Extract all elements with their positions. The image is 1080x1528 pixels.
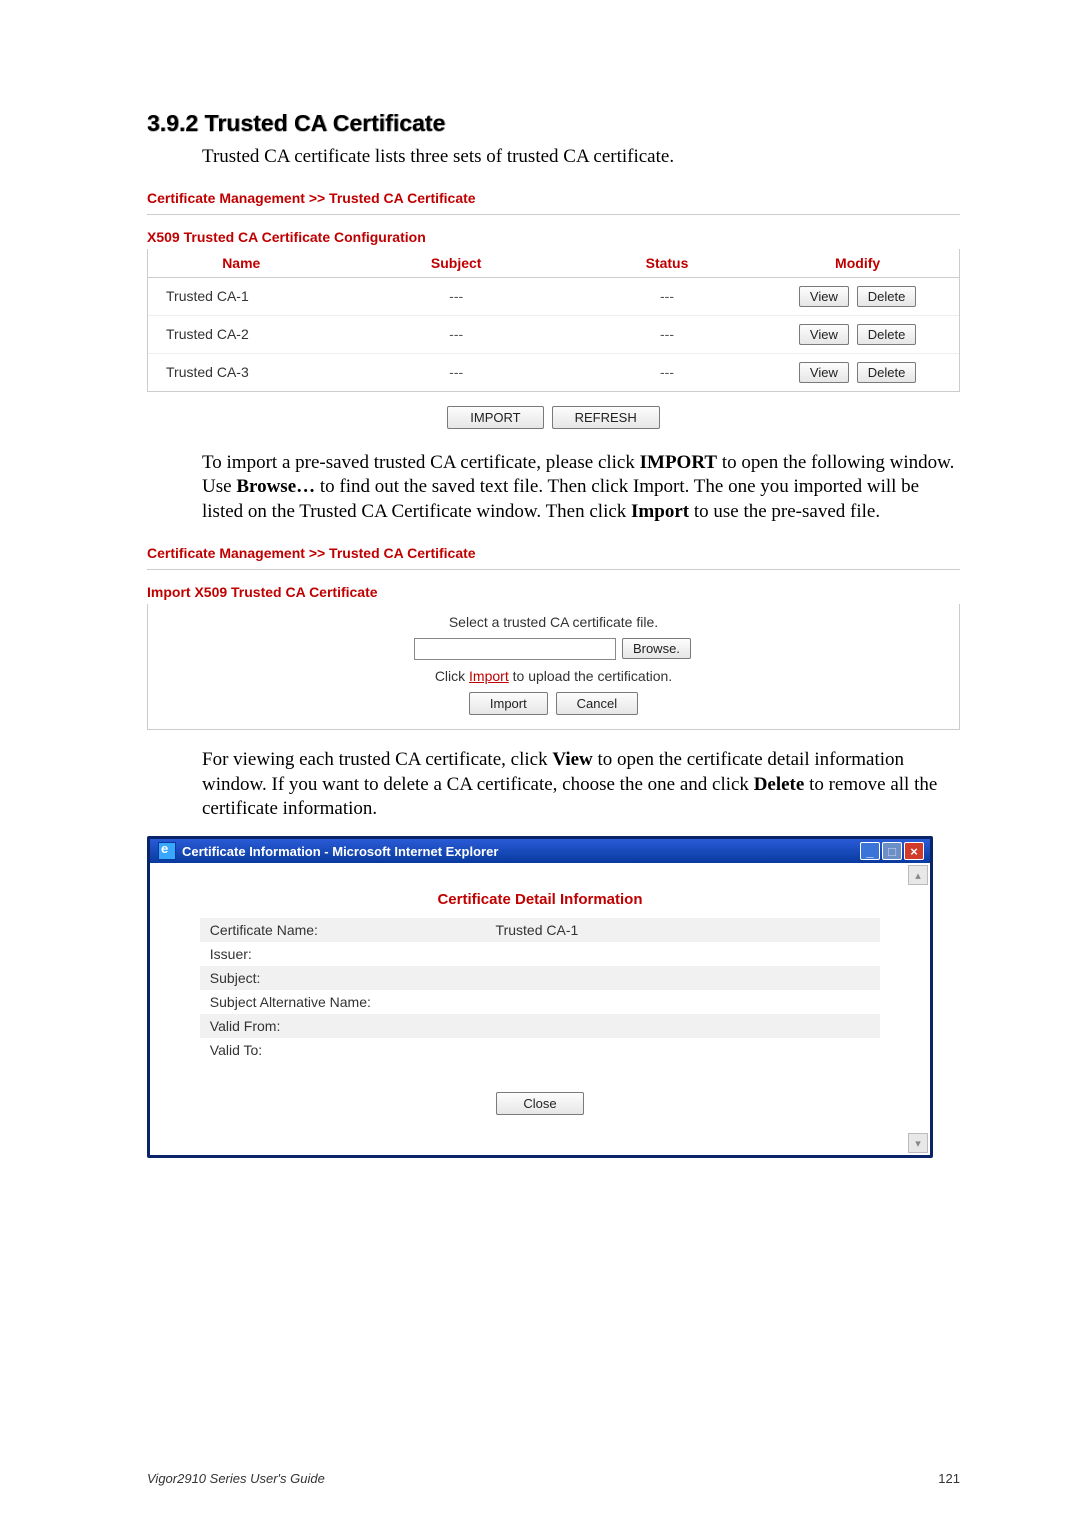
popup-body: ▴ Certificate Detail Information Certifi…	[150, 863, 930, 1155]
view-button[interactable]: View	[799, 324, 849, 345]
detail-key: Valid From:	[200, 1014, 486, 1038]
detail-value	[486, 966, 881, 990]
footer-guide: Vigor2910 Series User's Guide	[147, 1471, 325, 1486]
cell-name: Trusted CA-1	[148, 277, 335, 315]
detail-table: Certificate Name: Trusted CA-1 Issuer: S…	[200, 918, 880, 1062]
table-button-row: IMPORT REFRESH	[147, 392, 960, 433]
table-row: Trusted CA-1 --- --- View Delete	[148, 277, 959, 315]
cell-subject: ---	[335, 315, 578, 353]
view-button[interactable]: View	[799, 286, 849, 307]
cell-subject: ---	[335, 277, 578, 315]
popup-titlebar: Certificate Information - Microsoft Inte…	[150, 839, 930, 863]
table-row: Subject Alternative Name:	[200, 990, 880, 1014]
scroll-down-icon[interactable]: ▾	[908, 1133, 928, 1153]
import-paragraph: To import a pre-saved trusted CA certifi…	[202, 451, 960, 525]
delete-button[interactable]: Delete	[857, 324, 917, 345]
delete-button[interactable]: Delete	[857, 286, 917, 307]
intro-paragraph: Trusted CA certificate lists three sets …	[202, 145, 960, 170]
detail-value	[486, 1014, 881, 1038]
figure-import-panel: Certificate Management >> Trusted CA Cer…	[147, 539, 960, 730]
import-submit-button[interactable]: Import	[469, 692, 548, 715]
detail-value	[486, 942, 881, 966]
figure-ca-table: Certificate Management >> Trusted CA Cer…	[147, 184, 960, 433]
table-row: Valid From:	[200, 1014, 880, 1038]
table-row: Certificate Name: Trusted CA-1	[200, 918, 880, 942]
breadcrumb: Certificate Management >> Trusted CA Cer…	[147, 539, 960, 569]
table-row: Valid To:	[200, 1038, 880, 1062]
table-row: Trusted CA-3 --- --- View Delete	[148, 353, 959, 391]
cell-name: Trusted CA-2	[148, 315, 335, 353]
delete-button[interactable]: Delete	[857, 362, 917, 383]
table-title: X509 Trusted CA Certificate Configuratio…	[147, 229, 960, 249]
detail-key: Issuer:	[200, 942, 486, 966]
detail-key: Subject Alternative Name:	[200, 990, 486, 1014]
import-button[interactable]: IMPORT	[447, 406, 543, 429]
col-subject: Subject	[335, 249, 578, 278]
cell-modify: View Delete	[756, 315, 959, 353]
ie-icon	[158, 842, 176, 860]
scroll-up-icon[interactable]: ▴	[908, 865, 928, 885]
view-paragraph: For viewing each trusted CA certificate,…	[202, 748, 960, 822]
cell-status: ---	[578, 277, 756, 315]
table-row: Subject:	[200, 966, 880, 990]
divider	[147, 569, 960, 570]
minimize-icon[interactable]: _	[860, 842, 880, 860]
footer-page-number: 121	[938, 1471, 960, 1486]
detail-value	[486, 990, 881, 1014]
close-icon[interactable]: ×	[904, 842, 924, 860]
cell-name: Trusted CA-3	[148, 353, 335, 391]
col-status: Status	[578, 249, 756, 278]
cell-subject: ---	[335, 353, 578, 391]
table-title: Import X509 Trusted CA Certificate	[147, 584, 960, 604]
detail-heading: Certificate Detail Information	[162, 871, 918, 918]
maximize-icon[interactable]: □	[882, 842, 902, 860]
detail-key: Subject:	[200, 966, 486, 990]
divider	[147, 214, 960, 215]
window-buttons: _ □ ×	[860, 842, 924, 860]
section-heading: 3.9.2 Trusted CA Certificate	[147, 110, 960, 137]
detail-key: Valid To:	[200, 1038, 486, 1062]
import-frame: Select a trusted CA certificate file. Br…	[147, 604, 960, 730]
table-row: Issuer:	[200, 942, 880, 966]
certificate-info-popup: Certificate Information - Microsoft Inte…	[147, 836, 933, 1158]
file-input[interactable]	[414, 638, 616, 660]
popup-close-button[interactable]: Close	[496, 1092, 583, 1115]
import-line1: Select a trusted CA certificate file.	[148, 610, 959, 634]
popup-close-row: Close	[162, 1062, 918, 1115]
import-buttons: Import Cancel	[148, 688, 959, 719]
ca-table-frame: Name Subject Status Modify Trusted CA-1 …	[147, 249, 960, 392]
view-button[interactable]: View	[799, 362, 849, 383]
refresh-button[interactable]: REFRESH	[552, 406, 660, 429]
cell-modify: View Delete	[756, 277, 959, 315]
detail-key: Certificate Name:	[200, 918, 486, 942]
import-line2: Click Import to upload the certification…	[148, 664, 959, 688]
cancel-button[interactable]: Cancel	[556, 692, 638, 715]
import-file-row: Browse.	[148, 634, 959, 664]
col-name: Name	[148, 249, 335, 278]
breadcrumb: Certificate Management >> Trusted CA Cer…	[147, 184, 960, 214]
browse-button[interactable]: Browse.	[622, 638, 691, 659]
cell-status: ---	[578, 353, 756, 391]
detail-value: Trusted CA-1	[486, 918, 881, 942]
import-link[interactable]: Import	[469, 668, 509, 684]
popup-title: Certificate Information - Microsoft Inte…	[182, 844, 498, 859]
table-header-row: Name Subject Status Modify	[148, 249, 959, 278]
detail-value	[486, 1038, 881, 1062]
page-footer: Vigor2910 Series User's Guide 121	[147, 1471, 960, 1486]
cell-status: ---	[578, 315, 756, 353]
col-modify: Modify	[756, 249, 959, 278]
ca-table: Name Subject Status Modify Trusted CA-1 …	[148, 249, 959, 391]
table-row: Trusted CA-2 --- --- View Delete	[148, 315, 959, 353]
cell-modify: View Delete	[756, 353, 959, 391]
